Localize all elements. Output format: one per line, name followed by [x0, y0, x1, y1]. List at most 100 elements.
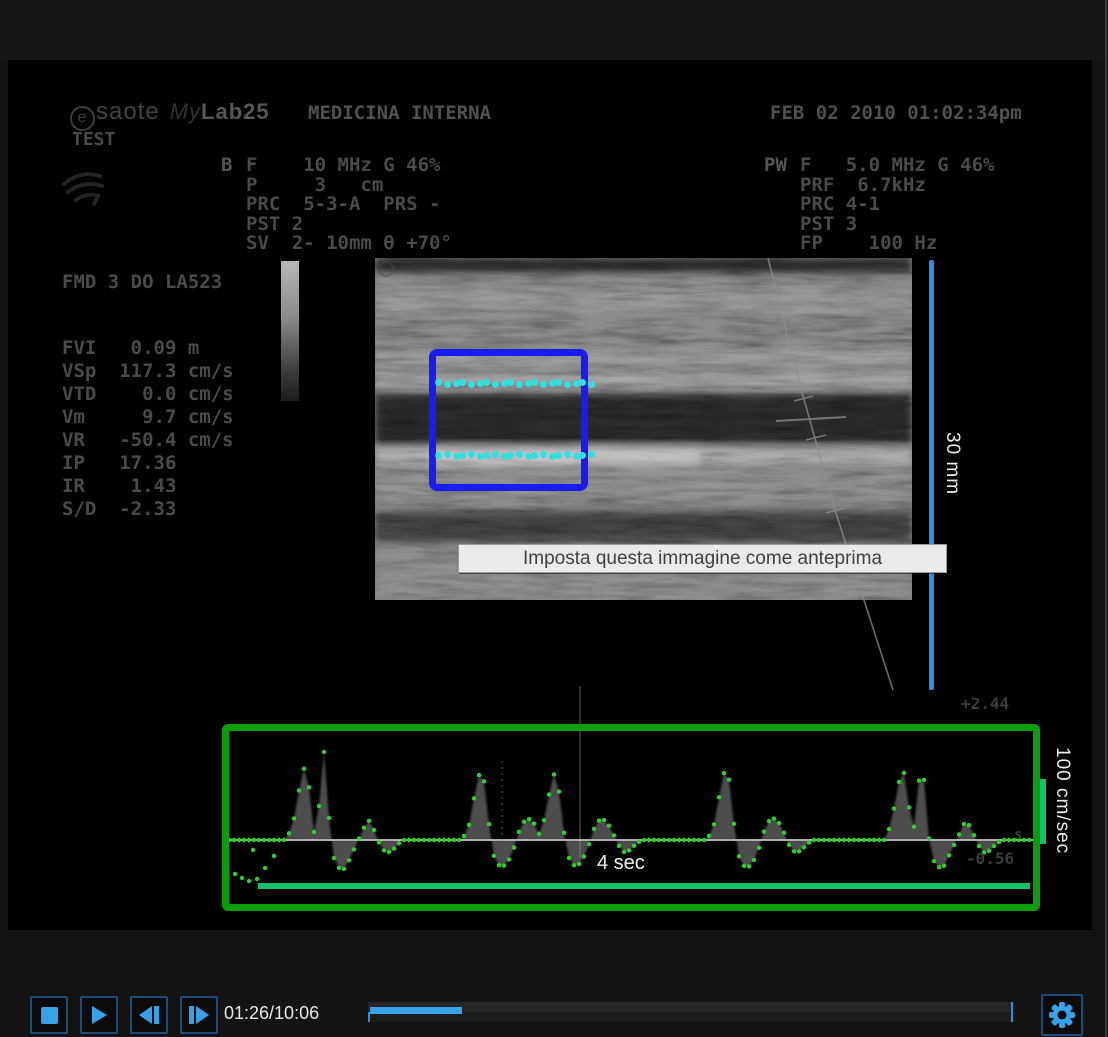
- envelope-dot: [992, 844, 996, 848]
- envelope-dot: [892, 806, 896, 810]
- envelope-dot: [377, 840, 381, 844]
- envelope-dot: [472, 796, 476, 800]
- envelope-dot: [312, 830, 316, 834]
- set-preview-tooltip: Imposta questa immagine come anteprima: [458, 544, 947, 573]
- envelope-dot: [962, 822, 966, 826]
- envelope-dot: [602, 818, 606, 822]
- envelope-dot: [907, 805, 911, 809]
- envelope-dot: [927, 836, 931, 840]
- envelope-dot: [572, 863, 576, 867]
- cyan-dot: [459, 452, 466, 459]
- envelope-dot: [252, 838, 256, 842]
- envelope-dot: [802, 845, 806, 849]
- envelope-dot: [882, 838, 886, 842]
- envelope-dot: [967, 823, 971, 827]
- envelope-dot: [707, 834, 711, 838]
- cyan-dot: [540, 451, 547, 458]
- envelope-dot: [262, 838, 266, 842]
- envelope-dot: [397, 841, 401, 845]
- vessel-roi-box: [429, 349, 588, 491]
- envelope-dot: [232, 838, 236, 842]
- envelope-dot: [522, 820, 526, 824]
- model-prefix: My: [170, 99, 201, 124]
- velocity-scale-bar: [1040, 779, 1046, 844]
- envelope-dot: [687, 838, 691, 842]
- envelope-dot: [417, 838, 421, 842]
- envelope-dot: [607, 824, 611, 828]
- envelope-dot: [642, 838, 646, 842]
- envelope-dot: [667, 838, 671, 842]
- next-frame-button[interactable]: [180, 996, 218, 1034]
- envelope-dot: [492, 854, 496, 858]
- pw-mode-label: PW: [764, 156, 787, 176]
- settings-button[interactable]: [1041, 994, 1083, 1036]
- depth-scale-label: 30 mm: [941, 432, 963, 495]
- stop-button[interactable]: [30, 996, 68, 1034]
- envelope-dot: [757, 846, 761, 850]
- envelope-dot: [857, 838, 861, 842]
- envelope-dot: [867, 838, 871, 842]
- cyan-dot: [516, 451, 523, 458]
- cyan-dot: [507, 452, 514, 459]
- model-name: Lab25: [201, 99, 270, 124]
- envelope-dot: [722, 771, 726, 775]
- envelope-dot: [727, 777, 731, 781]
- cyan-dot: [435, 452, 442, 459]
- envelope-dot: [247, 879, 251, 883]
- envelope-dot: [852, 838, 856, 842]
- previous-frame-button[interactable]: [130, 996, 168, 1034]
- envelope-dot: [497, 863, 501, 867]
- envelope-dot: [732, 822, 736, 826]
- pw-mode-params: F 5.0 MHz G 46% PRF 6.7kHz PRC 4-1 PST 3…: [800, 156, 994, 254]
- envelope-dot: [697, 838, 701, 842]
- probe-preset-line: FMD 3 DO LA523: [62, 273, 222, 293]
- envelope-dot: [317, 804, 321, 808]
- envelope-dot: [242, 838, 246, 842]
- play-button[interactable]: [80, 996, 118, 1034]
- b-mode-label: B: [221, 156, 232, 176]
- envelope-dot: [587, 842, 591, 846]
- envelope-dot: [437, 838, 441, 842]
- envelope-dot: [702, 838, 706, 842]
- envelope-dot: [792, 849, 796, 853]
- envelope-dot: [922, 778, 926, 782]
- envelope-dot: [752, 858, 756, 862]
- envelope-dot: [677, 838, 681, 842]
- envelope-dot: [432, 838, 436, 842]
- cyan-dot: [579, 452, 586, 459]
- cyan-dot: [555, 452, 562, 459]
- envelope-dot: [352, 847, 356, 851]
- envelope-dot: [347, 858, 351, 862]
- envelope-dot: [767, 819, 771, 823]
- envelope-dot: [517, 830, 521, 834]
- cyan-dot: [483, 379, 490, 386]
- envelope-dot: [712, 822, 716, 826]
- envelope-dot: [547, 792, 551, 796]
- cyan-dot: [435, 379, 442, 386]
- envelope-dot: [972, 833, 976, 837]
- envelope-dot: [407, 838, 411, 842]
- envelope-dot: [682, 838, 686, 842]
- envelope-dot: [457, 838, 461, 842]
- top-bar: [0, 0, 1108, 60]
- envelope-dot: [527, 817, 531, 821]
- step-forward-icon: [196, 1006, 209, 1024]
- envelope-dot: [307, 785, 311, 789]
- exam-type: MEDICINA INTERNA: [308, 104, 491, 124]
- envelope-dot: [402, 838, 406, 842]
- velocity-scale-label: 100 cm/sec: [1051, 747, 1073, 854]
- envelope-dot: [777, 821, 781, 825]
- envelope-dot: [647, 838, 651, 842]
- envelope-dot: [302, 766, 306, 770]
- probe-icon: [58, 162, 108, 208]
- cyan-dot: [555, 379, 562, 386]
- playback-progress-bar[interactable]: [368, 1002, 1013, 1022]
- envelope-dot: [827, 838, 831, 842]
- envelope-dot: [672, 838, 676, 842]
- envelope-dot: [387, 850, 391, 854]
- envelope-dot: [807, 840, 811, 844]
- envelope-dot: [947, 853, 951, 857]
- cyan-dot: [492, 381, 499, 388]
- depth-ruler: [929, 260, 934, 690]
- cyan-dot: [588, 381, 595, 388]
